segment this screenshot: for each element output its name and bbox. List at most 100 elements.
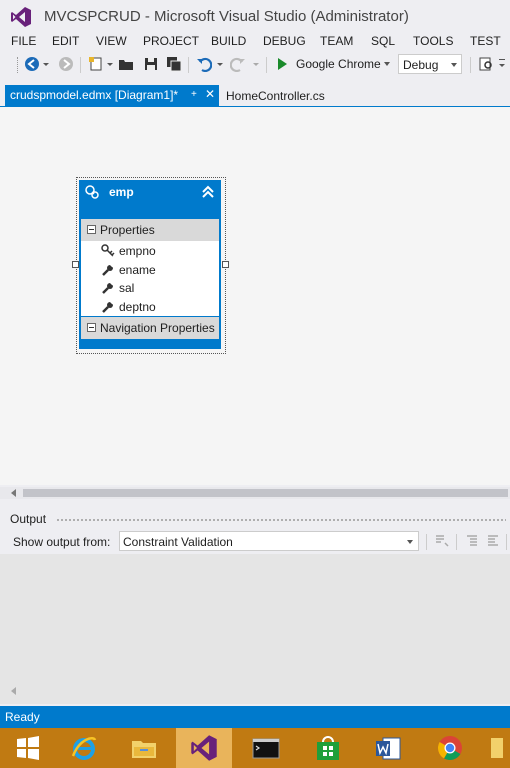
status-bar: Ready — [0, 706, 510, 728]
file-explorer-icon — [132, 741, 156, 758]
find-message-icon[interactable] — [435, 533, 449, 547]
configuration-label: Debug — [403, 58, 439, 72]
menu-test[interactable]: TEST — [470, 34, 501, 48]
entity-type-icon — [85, 185, 99, 199]
internet-explorer-icon — [71, 737, 97, 760]
taskbar-internet-explorer[interactable] — [56, 728, 112, 768]
taskbar-word[interactable] — [360, 728, 416, 768]
solution-configuration-select[interactable]: Debug — [398, 54, 462, 74]
start-button[interactable] — [0, 728, 56, 768]
taskbar-visual-studio[interactable] — [176, 728, 232, 768]
chrome-icon — [437, 736, 462, 761]
open-file-icon[interactable] — [118, 56, 134, 72]
new-project-icon[interactable] — [88, 56, 104, 72]
go-to-previous-message-icon[interactable] — [465, 533, 479, 547]
navigation-properties-label: Navigation Properties — [100, 321, 215, 335]
show-output-from-label: Show output from: — [13, 535, 111, 549]
menu-tools[interactable]: TOOLS — [413, 34, 453, 48]
taskbar-chrome[interactable] — [422, 728, 478, 768]
taskbar-overflow-app[interactable] — [482, 728, 510, 768]
redo-icon[interactable] — [230, 56, 246, 72]
save-all-icon[interactable] — [166, 56, 182, 72]
visual-studio-icon — [191, 735, 217, 761]
go-to-next-message-icon[interactable] — [486, 533, 500, 547]
properties-section-header[interactable]: Properties — [81, 219, 219, 241]
new-dropdown-icon[interactable] — [106, 56, 114, 72]
menu-team[interactable]: TEAM — [320, 34, 353, 48]
chevron-down-icon[interactable] — [384, 62, 390, 66]
output-source-select[interactable]: Constraint Validation — [119, 531, 419, 551]
forward-icon[interactable] — [58, 56, 74, 72]
property-name: ename — [119, 263, 156, 277]
tab-label: HomeController.cs — [226, 89, 325, 103]
command-prompt-icon — [252, 738, 280, 759]
resize-handle-left[interactable] — [72, 261, 79, 268]
property-item[interactable]: deptno — [81, 298, 219, 316]
windows-start-icon — [17, 736, 39, 760]
taskbar-windows-store[interactable] — [300, 728, 356, 768]
property-item[interactable]: sal — [81, 279, 219, 297]
scroll-left-icon[interactable] — [11, 489, 16, 497]
undo-icon[interactable] — [196, 56, 212, 72]
navigation-properties-section-header[interactable]: Navigation Properties — [81, 317, 219, 339]
key-icon — [101, 244, 115, 257]
run-target-label: Google Chrome — [296, 57, 381, 71]
tab-crudspmodel-edmx[interactable]: crudspmodel.edmx [Diagram1]* + ✕ — [5, 85, 219, 106]
collapse-section-icon[interactable] — [87, 225, 96, 234]
find-in-files-icon[interactable] — [478, 56, 494, 72]
properties-section-label: Properties — [100, 223, 155, 237]
wrench-icon — [102, 263, 114, 276]
redo-dropdown-icon[interactable] — [252, 56, 260, 72]
word-icon — [376, 737, 401, 760]
menu-file[interactable]: FILE — [11, 34, 36, 48]
back-dropdown-icon[interactable] — [42, 56, 50, 72]
toolbar-grip[interactable] — [17, 57, 19, 73]
scrollbar-thumb[interactable] — [23, 489, 508, 497]
menu-sql[interactable]: SQL — [371, 34, 395, 48]
menu-debug[interactable]: DEBUG — [263, 34, 306, 48]
toolbar-separator — [266, 57, 267, 73]
pin-icon[interactable]: + — [191, 89, 201, 101]
undo-dropdown-icon[interactable] — [216, 56, 224, 72]
menu-project[interactable]: PROJECT — [143, 34, 199, 48]
toolbar-separator — [470, 57, 471, 73]
property-item[interactable]: empno — [81, 242, 219, 260]
collapse-section-icon[interactable] — [87, 323, 96, 332]
property-name: sal — [119, 281, 135, 295]
property-item[interactable]: ename — [81, 261, 219, 279]
toolbar-separator — [188, 57, 189, 73]
close-icon[interactable]: ✕ — [205, 87, 215, 101]
output-window-grip[interactable] — [56, 518, 506, 522]
scroll-left-icon[interactable] — [11, 687, 16, 695]
output-source-value: Constraint Validation — [123, 535, 233, 549]
property-name: empno — [119, 244, 156, 258]
taskbar-command-prompt[interactable] — [238, 728, 294, 768]
windows-store-icon — [317, 736, 339, 760]
property-name: deptno — [119, 300, 156, 314]
tab-label: crudspmodel.edmx [Diagram1]* — [10, 88, 179, 102]
chevron-down-icon — [407, 540, 413, 544]
start-debugging-button[interactable]: Google Chrome — [274, 54, 394, 74]
toolbar-separator — [506, 534, 507, 550]
properties-list: empno ename sal deptno — [81, 241, 219, 316]
save-icon[interactable] — [143, 56, 159, 72]
output-window-title: Output — [10, 512, 47, 526]
collapse-icon[interactable] — [200, 184, 216, 200]
menu-edit[interactable]: EDIT — [52, 34, 79, 48]
menu-view[interactable]: VIEW — [96, 34, 127, 48]
designer-horizontal-scrollbar[interactable] — [0, 487, 510, 499]
toolbar-separator — [80, 57, 81, 73]
output-window-header: Output — [0, 510, 510, 530]
toolbar-separator — [426, 534, 427, 550]
resize-handle-right[interactable] — [222, 261, 229, 268]
status-text: Ready — [5, 710, 40, 724]
toolbar-overflow-icon[interactable] — [497, 56, 507, 72]
window-title: MVCSPCRUD - Microsoft Visual Studio (Adm… — [44, 8, 409, 25]
taskbar-file-explorer[interactable] — [116, 728, 172, 768]
visual-studio-logo-icon — [11, 7, 31, 27]
back-icon[interactable] — [24, 56, 40, 72]
menu-bar: FILE EDIT VIEW PROJECT BUILD DEBUG TEAM … — [0, 32, 510, 52]
menu-build[interactable]: BUILD — [211, 34, 246, 48]
output-text-pane[interactable] — [0, 554, 510, 704]
toolbar-separator — [456, 534, 457, 550]
